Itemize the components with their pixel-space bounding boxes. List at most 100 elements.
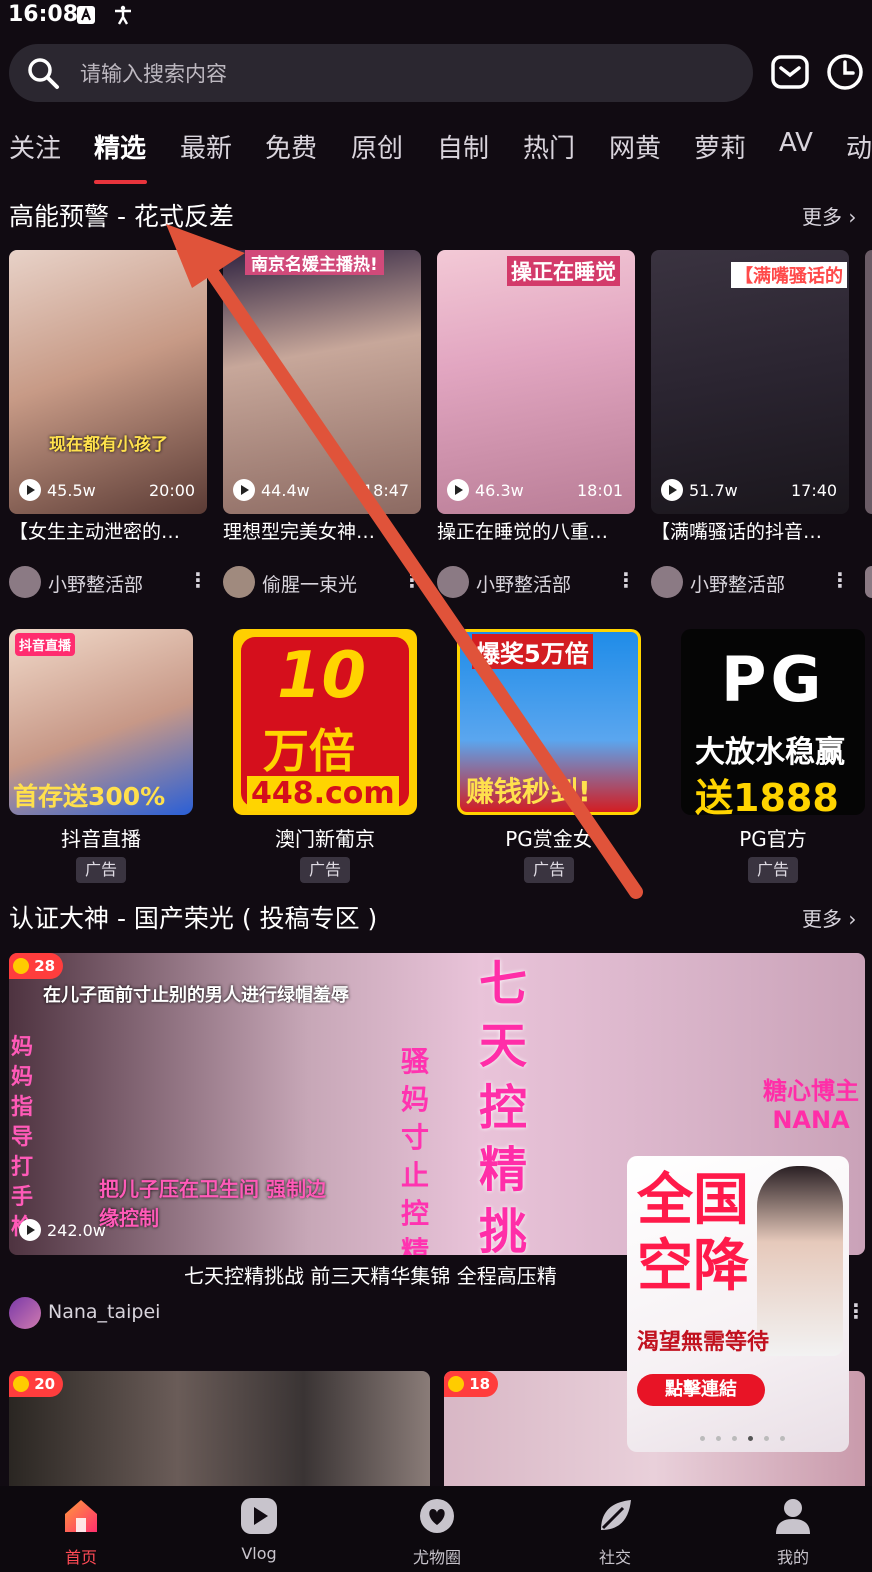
nav-label: 我的 — [776, 1548, 809, 1567]
history-clock-icon[interactable] — [826, 53, 864, 91]
ad-image-label: 抖音直播 — [15, 633, 76, 656]
video-thumbnail[interactable]: 现在都有小孩了 45.5w 20:00 — [9, 250, 207, 514]
avatar-partial[interactable] — [865, 566, 872, 598]
tab-loli[interactable]: 萝莉 — [694, 128, 746, 165]
ad-image[interactable]: 爆奖5万倍 赚钱秒到! — [457, 629, 641, 815]
video-title[interactable]: 【满嘴骚话的抖音… — [651, 517, 849, 544]
chevron-right-icon: › — [842, 205, 857, 229]
tab-free[interactable]: 免费 — [265, 128, 317, 165]
notification-a-icon — [77, 6, 95, 24]
nav-vlog[interactable]: Vlog — [209, 1496, 309, 1563]
thumbnail-caption-vertical: 骚妈寸止控精 — [401, 1045, 430, 1255]
user-icon — [776, 1499, 810, 1534]
play-count-icon — [447, 479, 469, 501]
ad-name[interactable]: 澳门新葡京 — [215, 823, 435, 852]
message-icon[interactable] — [771, 54, 809, 90]
heart-icon — [420, 1499, 454, 1533]
video-title[interactable]: 操正在睡觉的八重… — [437, 517, 635, 544]
author-name[interactable]: 偷腥一束光 — [262, 570, 357, 597]
coin-price-badge: 18 — [444, 1371, 499, 1397]
ad-name[interactable]: PG赏金女 — [439, 823, 659, 852]
status-clock: 16:08 — [8, 2, 79, 27]
coin-price: 20 — [34, 1375, 56, 1393]
view-count: 51.7w — [689, 481, 738, 500]
tab-self-made[interactable]: 自制 — [437, 128, 489, 165]
ad-image-sub: 万倍 — [263, 724, 355, 778]
search-icon[interactable] — [26, 56, 60, 90]
ad-image-sub: 大放水稳赢 — [695, 735, 845, 770]
more-options-icon[interactable]: ⋮ — [402, 568, 422, 592]
more-link[interactable]: 更多 › — [802, 903, 856, 932]
thumbnail-caption: 操正在睡觉 — [507, 256, 620, 286]
floating-ad-slogan: 渴望無需等待 — [637, 1330, 770, 1355]
more-options-icon[interactable]: ⋮ — [830, 568, 850, 592]
nav-circle[interactable]: 尤物圈 — [387, 1496, 487, 1568]
coin-price-badge: 28 — [9, 953, 64, 979]
thumbnail-caption: 现在都有小孩了 — [49, 435, 168, 455]
thumbnail-caption-vertical: 妈妈指导打手枪 — [11, 1035, 34, 1240]
floating-ad-button[interactable]: 點擊連結 — [637, 1374, 765, 1406]
tab-anime[interactable]: 动 — [846, 128, 872, 165]
nav-social[interactable]: 社交 — [565, 1496, 665, 1568]
play-count-icon — [19, 1219, 41, 1241]
video-title[interactable]: 理想型完美女神… — [223, 517, 421, 544]
ad-image[interactable]: PG 大放水稳赢 送1888 — [681, 629, 865, 815]
author-name[interactable]: 小野整活部 — [690, 570, 785, 597]
video-title[interactable]: 【女生主动泄密的… — [9, 517, 207, 544]
floating-ad[interactable]: 全国 空降 渴望無需等待 點擊連結 — [627, 1156, 849, 1452]
more-options-icon[interactable]: ⋮ — [188, 568, 208, 592]
tab-featured[interactable]: 精选 — [94, 128, 146, 165]
video-thumbnail[interactable]: 南京名媛主播热! 44.4w 18:47 — [223, 250, 421, 514]
featured-video-title[interactable]: 七天控精挑战 前三天精华集锦 全程高压精 — [184, 1260, 634, 1289]
floating-ad-title: 空降 — [637, 1234, 749, 1299]
avatar[interactable] — [437, 566, 469, 598]
status-bar: 16:08 — [0, 0, 872, 36]
play-count-icon — [233, 479, 255, 501]
nav-label: 首页 — [64, 1548, 97, 1567]
ad-image-promo: 首存送300% — [13, 782, 166, 811]
coin-price-badge: 20 — [9, 1371, 64, 1397]
nav-profile[interactable]: 我的 — [743, 1496, 843, 1568]
avatar[interactable] — [651, 566, 683, 598]
tab-latest[interactable]: 最新 — [180, 128, 232, 165]
tab-follow[interactable]: 关注 — [9, 128, 61, 165]
avatar[interactable] — [9, 1297, 41, 1329]
more-options-icon[interactable]: ⋮ — [846, 1299, 866, 1323]
video-thumbnail-partial[interactable] — [865, 250, 872, 514]
avatar[interactable] — [223, 566, 255, 598]
search-input[interactable] — [78, 54, 682, 94]
thumbnail-caption: 在儿子面前寸止别的男人进行绿帽羞辱 — [43, 985, 349, 1006]
play-count-icon — [19, 479, 41, 501]
video-duration: 18:47 — [363, 481, 410, 500]
view-count: 46.3w — [475, 481, 524, 500]
author-name[interactable]: 小野整活部 — [476, 570, 571, 597]
nav-label: 社交 — [598, 1548, 631, 1567]
video-thumbnail[interactable]: 20 — [9, 1371, 430, 1486]
tab-influencer[interactable]: 网黄 — [609, 128, 661, 165]
ad-image[interactable]: 10 万倍 448.com — [233, 629, 417, 815]
nav-home[interactable]: 首页 — [31, 1496, 131, 1568]
ad-badge: 广告 — [524, 857, 574, 883]
author-name[interactable]: 小野整活部 — [48, 570, 143, 597]
section-title: 高能预警 - 花式反差 — [9, 202, 234, 231]
ad-image-promo: 送1888 — [695, 776, 839, 815]
ad-name[interactable]: PG官方 — [663, 823, 872, 852]
carousel-dots — [697, 1426, 788, 1445]
video-thumbnail[interactable]: 【满嘴骚话的 51.7w 17:40 — [651, 250, 849, 514]
author-name[interactable]: Nana_taipei — [48, 1301, 160, 1323]
ad-image[interactable]: 抖音直播 首存送300% — [9, 629, 193, 815]
tab-av[interactable]: AV — [779, 128, 813, 158]
more-options-icon[interactable]: ⋮ — [616, 568, 636, 592]
more-link[interactable]: 更多 › — [802, 201, 856, 230]
tab-original[interactable]: 原创 — [351, 128, 403, 165]
thumbnail-caption: 南京名媛主播热! — [245, 250, 384, 275]
ad-name[interactable]: 抖音直播 — [0, 823, 211, 852]
ad-badge: 广告 — [748, 857, 798, 883]
tab-hot[interactable]: 热门 — [523, 128, 575, 165]
video-thumbnail[interactable]: 操正在睡觉 46.3w 18:01 — [437, 250, 635, 514]
avatar[interactable] — [9, 566, 41, 598]
coin-icon — [448, 1376, 464, 1392]
ad-badge: 广告 — [300, 857, 350, 883]
floating-ad-model — [757, 1166, 843, 1356]
view-count: 45.5w — [47, 481, 96, 500]
